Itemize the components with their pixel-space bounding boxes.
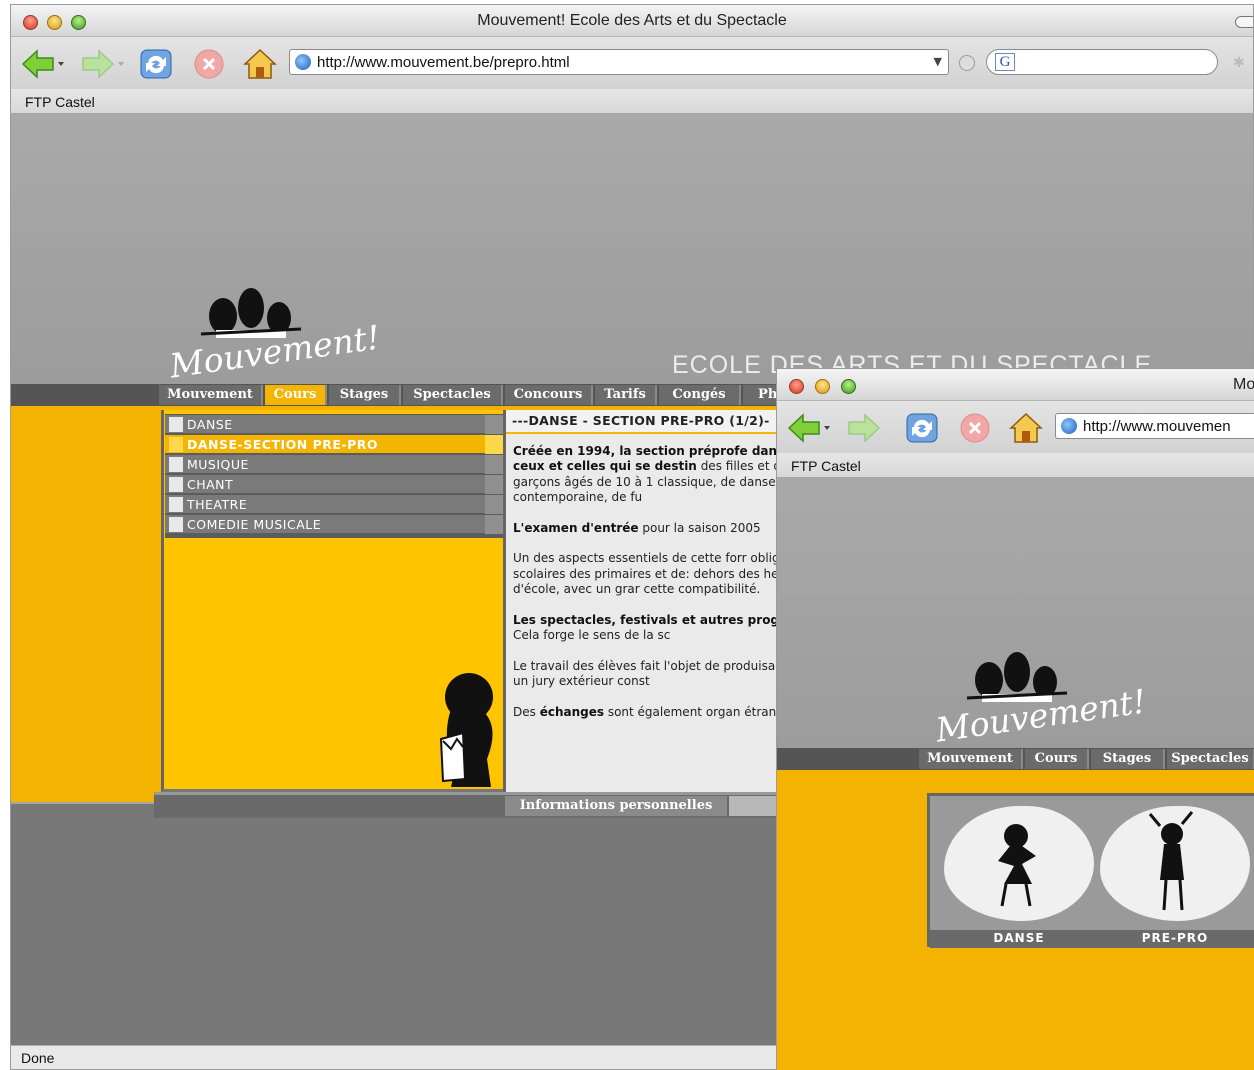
article-p3: Un des aspects essentiels de cette forr … — [513, 551, 803, 596]
nav-mouvement-2[interactable]: Mouvement — [919, 749, 1023, 769]
close-window-button-2[interactable] — [789, 379, 804, 394]
home-icon — [243, 48, 277, 79]
bookmarks-bar: FTP Castel — [11, 89, 1253, 114]
dancer-pose-icon — [1148, 811, 1194, 911]
nav-tarifs[interactable]: Tarifs — [595, 385, 657, 405]
thumb-danse[interactable] — [944, 806, 1094, 921]
article-p6-bold: échanges — [539, 704, 605, 719]
forward-button[interactable] — [81, 48, 124, 80]
submenu-danse-pre-pro[interactable]: DANSE-SECTION PRE-PRO — [165, 435, 503, 454]
forward-arrow-icon — [82, 49, 124, 79]
article-p6-rest: sont également organ étrangères. — [604, 704, 803, 719]
address-bar[interactable]: http://www.mouvement.be/prepro.html ▼ — [289, 49, 949, 75]
globe-icon — [1061, 418, 1077, 434]
globe-icon — [295, 54, 311, 70]
submenu-musique[interactable]: MUSIQUE — [165, 455, 503, 474]
back-arrow-icon — [21, 49, 64, 79]
back-button[interactable] — [21, 48, 64, 80]
submenu-chant[interactable]: CHANT — [165, 475, 503, 494]
personal-info-link[interactable]: Informations personnelles — [505, 796, 727, 816]
page-content-2: Mouvement! Mouvement Cours Stages Specta… — [777, 478, 1254, 1070]
forward-arrow-icon — [848, 413, 881, 443]
submenu-theatre[interactable]: THEATRE — [165, 495, 503, 514]
thumb-pre-pro[interactable] — [1100, 806, 1250, 921]
window-title: Mouvement! Ecole des Arts et du Spectacl… — [477, 12, 787, 29]
mascot-illustration — [421, 669, 501, 789]
home-icon — [1009, 412, 1043, 443]
forward-button-2[interactable] — [847, 412, 881, 444]
search-field[interactable]: G — [986, 49, 1218, 75]
status-text: Done — [21, 1050, 55, 1066]
url-dropdown-icon[interactable]: ▼ — [934, 55, 942, 68]
go-button[interactable] — [959, 55, 975, 71]
nav-stages[interactable]: Stages — [329, 385, 401, 405]
google-search-icon[interactable]: G — [995, 53, 1015, 71]
nav-mouvement[interactable]: Mouvement — [159, 385, 263, 405]
stop-icon — [194, 49, 224, 79]
submenu: DANSE DANSE-SECTION PRE-PRO MUSIQUE CHAN… — [165, 414, 505, 538]
thumb-label-pre-pro: PRE-PRO — [1141, 931, 1209, 945]
url-text: http://www.mouvement.be/prepro.html — [317, 54, 570, 71]
bookmark-ftp-castel-2[interactable]: FTP Castel — [791, 458, 861, 474]
submenu-comedie-musicale[interactable]: COMEDIE MUSICALE — [165, 515, 503, 534]
back-button-2[interactable] — [787, 412, 830, 444]
nav-concours[interactable]: Concours — [505, 385, 593, 405]
stop-button-2[interactable] — [959, 412, 991, 444]
minimize-window-button-2[interactable] — [815, 379, 830, 394]
article-body: Créée en 1994, la section préprofe danse… — [506, 434, 803, 721]
footer-bar: Informations personnelles — [154, 792, 814, 818]
stop-button[interactable] — [193, 48, 225, 80]
article-p2-bold: L'examen d'entrée — [513, 520, 639, 535]
nav-spectacles[interactable]: Spectacles — [403, 385, 503, 405]
address-bar-2[interactable]: http://www.mouvemen — [1055, 413, 1254, 439]
url-text-2: http://www.mouvemen — [1083, 418, 1231, 435]
zoom-window-button-2[interactable] — [841, 379, 856, 394]
browser-window-secondary: Mo http://www.mouvemen FTP Castel Mouvem… — [776, 368, 1254, 1070]
nav-spectacles-2[interactable]: Spectacles — [1167, 749, 1254, 769]
nav-cours[interactable]: Cours — [265, 385, 327, 405]
article-panel: ---DANSE - SECTION PRE-PRO (1/2)- Créée … — [503, 410, 803, 792]
activity-spinner-icon: ✱ — [1233, 55, 1245, 71]
nav-stages-2[interactable]: Stages — [1091, 749, 1165, 769]
reload-button[interactable] — [139, 48, 172, 80]
title-bar[interactable]: Mouvement! Ecole des Arts et du Spectacl… — [11, 5, 1253, 37]
reload-icon — [140, 49, 172, 79]
window-title-2: Mo — [1233, 376, 1254, 393]
nav-cours-2[interactable]: Cours — [1025, 749, 1089, 769]
logo-2[interactable]: Mouvement! — [927, 648, 1148, 750]
ballerina-icon — [998, 824, 1036, 907]
thumb-label-danse: DANSE — [993, 931, 1045, 945]
home-button-2[interactable] — [1009, 412, 1043, 444]
nav-conges[interactable]: Congés — [659, 385, 741, 405]
toolbar-toggle-button[interactable] — [1235, 16, 1253, 28]
article-p5: Le travail des élèves fait l'objet de pr… — [513, 658, 803, 689]
stop-icon — [960, 413, 990, 443]
main-nav-2: Mouvement Cours Stages Spectacles — [777, 748, 1254, 770]
article-p6-a: Des — [513, 704, 540, 719]
title-bar-2[interactable]: Mo — [777, 369, 1254, 401]
submenu-danse[interactable]: DANSE — [165, 415, 503, 434]
reload-button-2[interactable] — [905, 412, 938, 444]
article-p2-rest: pour la saison 2005 — [638, 520, 761, 535]
bookmarks-bar-2: FTP Castel — [777, 453, 1254, 478]
article-p4-bold: Les spectacles, festivals et autres prog… — [513, 612, 803, 627]
reload-icon — [906, 413, 938, 443]
article-heading: ---DANSE - SECTION PRE-PRO (1/2)- — [506, 410, 803, 434]
thumb-strip: DANSE PRE-PRO — [927, 793, 1254, 948]
navigation-toolbar: http://www.mouvement.be/prepro.html ▼ G … — [11, 37, 1253, 89]
child-with-bag-icon — [439, 673, 493, 787]
back-arrow-icon — [787, 413, 830, 443]
navigation-toolbar-2: http://www.mouvemen — [777, 401, 1254, 453]
bookmark-ftp-castel[interactable]: FTP Castel — [25, 94, 95, 110]
home-button[interactable] — [243, 48, 277, 80]
logo[interactable]: Mouvement! — [161, 284, 382, 386]
